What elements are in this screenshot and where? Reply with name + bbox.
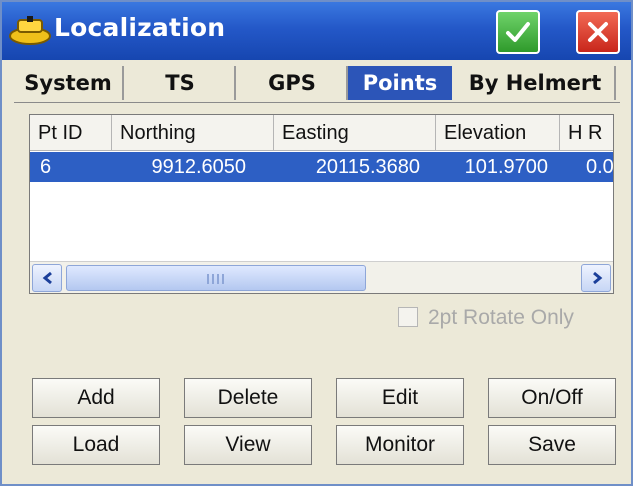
horizontal-scrollbar[interactable] (30, 261, 613, 293)
rotate-only-checkbox[interactable] (398, 307, 418, 327)
rotate-only-label: 2pt Rotate Only (428, 306, 574, 329)
column-header-elevation[interactable]: Elevation (436, 115, 560, 151)
tab-gps[interactable]: GPS (238, 66, 348, 100)
list-header: Pt ID Northing Easting Elevation H R (30, 115, 613, 151)
tab-by-helmert[interactable]: By Helmert (456, 66, 616, 100)
column-header-pt-id[interactable]: Pt ID (30, 115, 112, 151)
satellite-icon (8, 14, 52, 48)
table-row[interactable]: 6 9912.6050 20115.3680 101.9700 0.0 (30, 152, 613, 182)
save-button[interactable]: Save (488, 425, 616, 465)
tab-system[interactable]: System (14, 66, 124, 100)
tab-points[interactable]: Points (348, 66, 452, 100)
tab-ts[interactable]: TS (126, 66, 236, 100)
cell-h-r: 0.0 (586, 156, 614, 178)
window-title: Localization (54, 13, 226, 42)
cell-pt-id: 6 (40, 156, 52, 178)
scroll-thumb[interactable] (66, 265, 366, 291)
on-off-button[interactable]: On/Off (488, 378, 616, 418)
column-header-easting[interactable]: Easting (274, 115, 436, 151)
add-button[interactable]: Add (32, 378, 160, 418)
points-list[interactable]: Pt ID Northing Easting Elevation H R 6 9… (29, 114, 614, 294)
grip-line (222, 274, 224, 284)
close-button[interactable] (576, 10, 620, 54)
edit-button[interactable]: Edit (336, 378, 464, 418)
ok-button[interactable] (496, 10, 540, 54)
grip-line (217, 274, 219, 284)
cell-easting: 20115.3680 (315, 156, 420, 178)
view-button[interactable]: View (184, 425, 312, 465)
cell-northing: 9912.6050 (151, 156, 246, 178)
column-header-h-r[interactable]: H R (560, 115, 613, 151)
tab-strip: System TS GPS Points By Helmert (14, 66, 620, 103)
scroll-left-button[interactable] (32, 264, 62, 292)
grip-line (212, 274, 214, 284)
delete-button[interactable]: Delete (184, 378, 312, 418)
localization-window: Localization System TS GPS Points By Hel… (0, 0, 633, 486)
load-button[interactable]: Load (32, 425, 160, 465)
title-bar: Localization (2, 2, 631, 60)
column-header-northing[interactable]: Northing (112, 115, 274, 151)
grip-line (207, 274, 209, 284)
cell-elevation: 101.9700 (464, 156, 548, 178)
monitor-button[interactable]: Monitor (336, 425, 464, 465)
scroll-right-button[interactable] (581, 264, 611, 292)
